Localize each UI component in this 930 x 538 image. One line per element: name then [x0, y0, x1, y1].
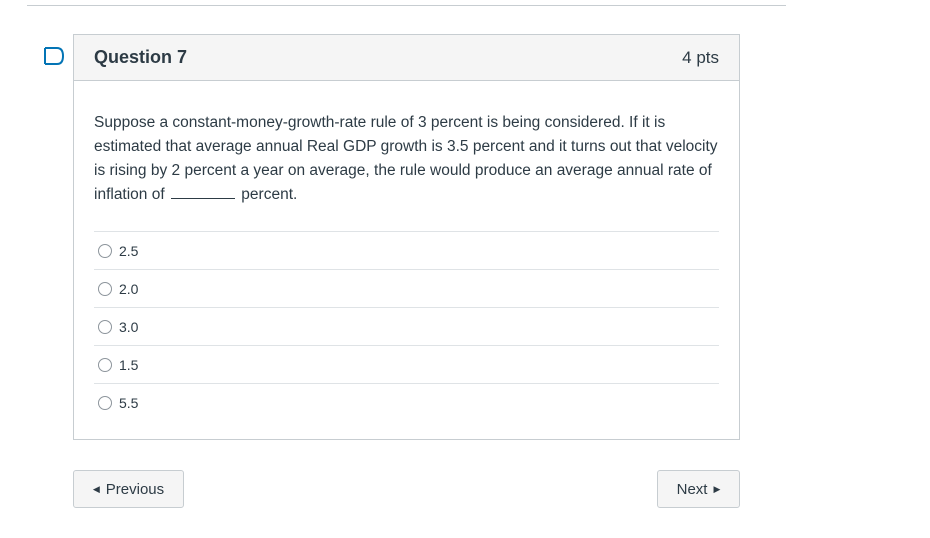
- previous-label: Previous: [105, 480, 165, 498]
- answer-label[interactable]: 2.5: [119, 243, 138, 259]
- triangle-right-icon: ▶: [713, 483, 721, 494]
- question-points: 4 pts: [682, 47, 719, 67]
- answer-option[interactable]: 3.0: [94, 308, 719, 346]
- radio-button[interactable]: [98, 243, 112, 258]
- answer-label[interactable]: 3.0: [119, 319, 138, 335]
- radio-button[interactable]: [98, 319, 112, 334]
- question-title: Question 7: [94, 47, 188, 67]
- next-button[interactable]: Next ▶: [657, 470, 740, 508]
- answer-label[interactable]: 1.5: [119, 357, 138, 373]
- top-divider: [27, 5, 786, 6]
- previous-button[interactable]: ◀ Previous: [73, 470, 184, 508]
- answer-label[interactable]: 5.5: [119, 395, 138, 411]
- question-card: Question 7 4 pts Suppose a constant-mone…: [73, 34, 740, 440]
- question-text: Suppose a constant-money-growth-rate rul…: [94, 111, 719, 207]
- answer-list: 2.5 2.0 3.0 1.5 5.5: [94, 231, 719, 422]
- question-header: Question 7 4 pts: [74, 35, 739, 81]
- answer-option[interactable]: 2.5: [94, 232, 719, 270]
- answer-option[interactable]: 1.5: [94, 346, 719, 384]
- answer-option[interactable]: 2.0: [94, 270, 719, 308]
- next-label: Next: [676, 480, 708, 498]
- radio-button[interactable]: [98, 357, 112, 372]
- triangle-left-icon: ◀: [92, 483, 100, 494]
- answer-label[interactable]: 2.0: [119, 281, 138, 297]
- question-body: Suppose a constant-money-growth-rate rul…: [74, 81, 739, 422]
- answer-blank: [170, 185, 235, 199]
- radio-button[interactable]: [98, 396, 112, 410]
- flag-icon[interactable]: [43, 47, 65, 65]
- question-text-after-blank: percent.: [241, 186, 298, 203]
- answer-option[interactable]: 5.5: [94, 384, 719, 422]
- radio-button[interactable]: [98, 281, 112, 296]
